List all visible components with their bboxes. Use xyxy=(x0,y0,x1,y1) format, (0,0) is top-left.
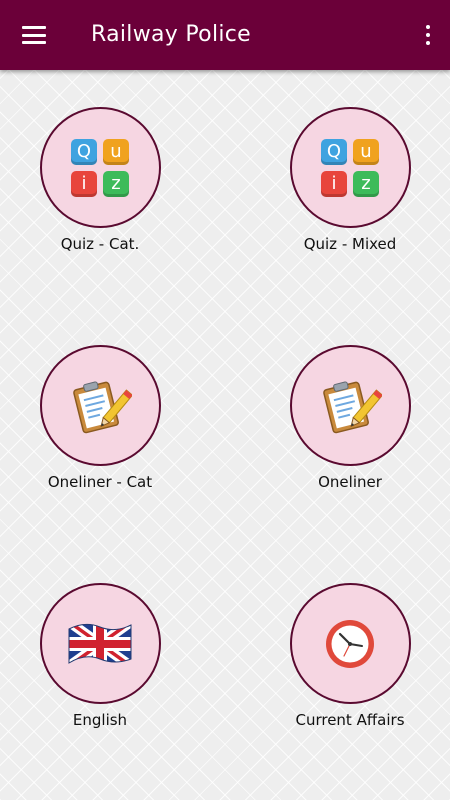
clock-icon xyxy=(326,619,374,668)
app-bar: Railway Police xyxy=(0,0,450,70)
hamburger-menu-icon xyxy=(22,26,46,44)
quiz-letter: Q xyxy=(321,138,347,165)
tile-icon-circle: Q u i z xyxy=(289,107,411,228)
quiz-letter: u xyxy=(353,138,379,165)
overflow-menu-button[interactable] xyxy=(418,17,438,53)
quiz-letter: i xyxy=(71,170,97,197)
tile-label: Quiz - Mixed xyxy=(303,235,397,253)
tile-icon-circle xyxy=(289,345,411,466)
tile-quiz-mixed[interactable]: Q u i z Quiz - Mixed xyxy=(260,107,440,254)
app-title: Railway Police xyxy=(91,22,251,47)
quiz-letter: z xyxy=(353,170,379,197)
tile-icon-circle xyxy=(289,583,411,704)
hamburger-menu-button[interactable] xyxy=(12,14,56,56)
tile-oneliner[interactable]: Oneliner xyxy=(260,345,440,492)
quiz-letter: u xyxy=(103,138,129,165)
tile-label: Oneliner xyxy=(318,473,382,491)
tile-quiz-category[interactable]: Q u i z Quiz - Cat. xyxy=(10,107,190,254)
clipboard-pencil-icon xyxy=(323,380,382,433)
quiz-letter: Q xyxy=(71,138,97,165)
tile-english[interactable]: English xyxy=(10,583,190,730)
quiz-letter: z xyxy=(103,170,129,197)
tile-label: Current Affairs xyxy=(295,711,405,729)
tile-label: Oneliner - Cat xyxy=(47,473,153,491)
tile-current-affairs[interactable]: Current Affairs xyxy=(260,583,440,730)
clipboard-pencil-icon xyxy=(73,380,132,433)
uk-flag-icon xyxy=(68,623,132,664)
tile-icon-circle: Q u i z xyxy=(39,107,161,228)
quiz-icon: Q u i z xyxy=(321,138,379,197)
quiz-letter: i xyxy=(321,170,347,197)
tile-oneliner-category[interactable]: Oneliner - Cat xyxy=(10,345,190,492)
tile-icon-circle xyxy=(39,345,161,466)
quiz-icon: Q u i z xyxy=(71,138,129,197)
more-vertical-icon xyxy=(426,25,430,45)
tile-label: English xyxy=(72,711,128,729)
tile-icon-circle xyxy=(39,583,161,704)
tile-label: Quiz - Cat. xyxy=(60,235,140,253)
